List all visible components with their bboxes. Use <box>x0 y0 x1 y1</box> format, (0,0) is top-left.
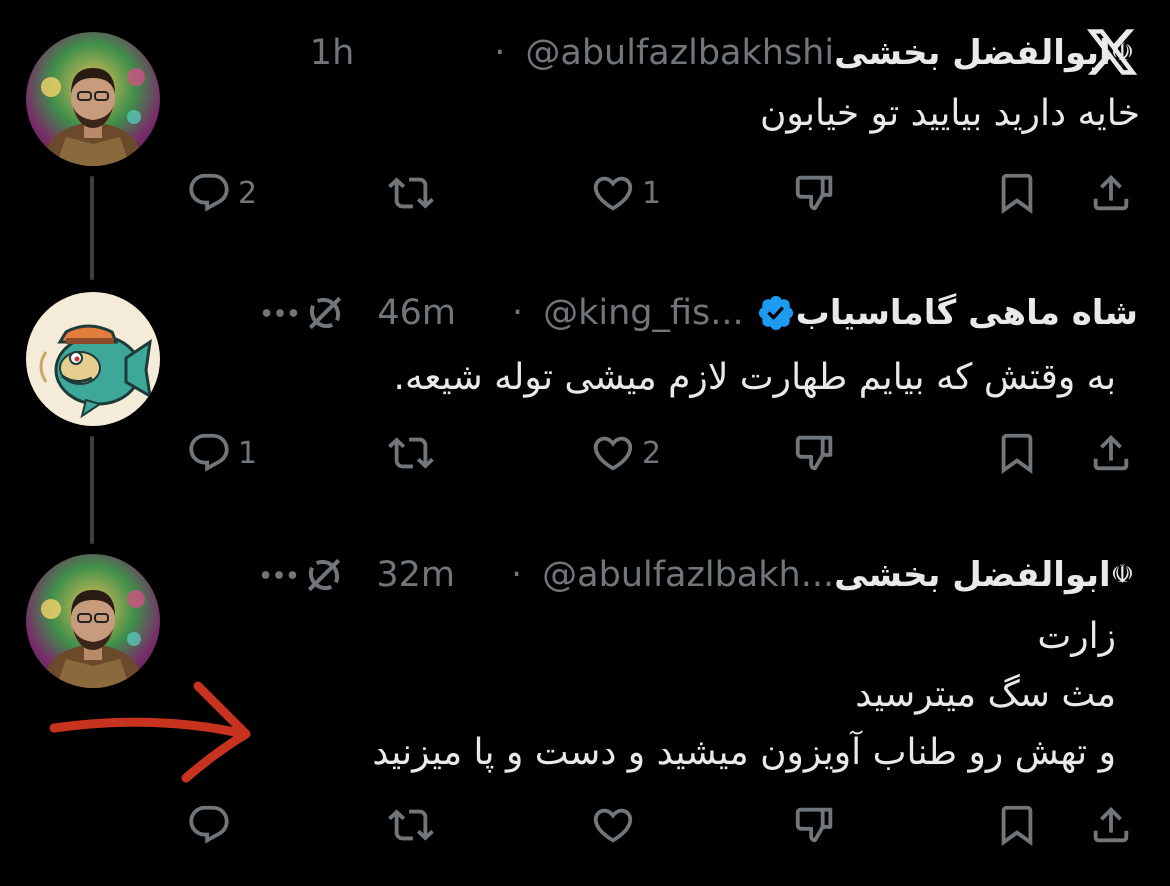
emblem-icon: ☫ <box>1110 38 1134 68</box>
timestamp[interactable]: 1h <box>310 33 354 73</box>
like-button[interactable] <box>590 800 642 850</box>
bookmark-button[interactable] <box>994 428 1040 478</box>
retweet-button[interactable] <box>388 428 440 478</box>
tweet-2[interactable]: شاه ماهی گاماسیاب @king_fis... · 46m به … <box>0 280 1170 520</box>
action-bar: 2 1 <box>186 168 1138 218</box>
retweet-button[interactable] <box>388 800 440 850</box>
tweet-text-line: و تهش رو طناب آویزون میشید و دست و پا می… <box>372 732 1116 773</box>
tweet-text: خایه دارید بیایید تو خیابون <box>760 86 1140 142</box>
reply-button[interactable]: 1 <box>186 428 257 478</box>
verified-badge-icon <box>758 295 793 331</box>
thumbs-down-icon <box>795 435 833 471</box>
bookmark-button[interactable] <box>994 168 1040 218</box>
bookmark-icon <box>1001 805 1033 846</box>
tweet-text: زارت مث سگ میترسید و تهش رو طناب آویزون … <box>372 608 1116 782</box>
tweet-text-line: خایه دارید بیایید تو خیابون <box>759 93 1140 134</box>
reply-icon <box>189 805 229 844</box>
more-options-icon[interactable] <box>256 552 302 598</box>
tweet-1[interactable]: ☫ ابوالفضل بخشی @abulfazlbakhshi · 1h خا… <box>0 0 1170 240</box>
downvote-button[interactable] <box>792 168 838 218</box>
emblem-icon: ☫ <box>1110 560 1134 590</box>
separator-dot: · <box>511 293 524 333</box>
retweet-icon <box>388 809 434 841</box>
tweet-header: ☫ ابوالفضل بخشی @abulfazlbakhshi · 1h <box>310 28 1138 78</box>
tweet-text-line: زارت <box>1037 616 1116 657</box>
display-name[interactable]: ابوالفضل بخشی <box>834 33 1111 73</box>
tweet-header: شاه ماهی گاماسیاب @king_fis... · 46m <box>237 288 1138 338</box>
display-name[interactable]: ابوالفضل بخشی <box>834 555 1111 595</box>
user-handle[interactable]: @king_fis... <box>543 293 744 333</box>
grok-icon[interactable] <box>303 291 347 335</box>
heart-icon <box>593 808 633 843</box>
reply-icon <box>189 433 229 472</box>
reply-count: 1 <box>238 435 258 471</box>
avatar[interactable] <box>26 554 160 688</box>
action-bar: 1 2 <box>186 428 1138 478</box>
thumbs-down-icon <box>795 807 833 843</box>
share-button[interactable] <box>1088 168 1134 218</box>
share-icon <box>1093 434 1129 471</box>
action-bar <box>186 800 1138 850</box>
share-icon <box>1093 806 1129 843</box>
reply-icon <box>189 173 229 212</box>
timestamp[interactable]: 32m <box>376 555 455 595</box>
bookmark-icon <box>1001 433 1033 474</box>
user-handle[interactable]: @abulfazlbakh... <box>542 555 834 595</box>
timestamp[interactable]: 46m <box>377 293 456 333</box>
downvote-button[interactable] <box>792 428 838 478</box>
reply-button[interactable] <box>186 800 238 850</box>
tweet-text: به وقتش که بیایم طهارت لازم میشی توله شی… <box>394 350 1116 406</box>
reply-count: 2 <box>238 175 258 211</box>
more-options-icon[interactable] <box>257 290 303 336</box>
reply-button[interactable]: 2 <box>186 168 257 218</box>
share-button[interactable] <box>1088 800 1134 850</box>
retweet-button[interactable] <box>388 168 440 218</box>
heart-icon <box>593 176 633 211</box>
thumbs-down-icon <box>795 175 833 211</box>
like-count: 1 <box>642 175 662 211</box>
tweet-text-line: به وقتش که بیایم طهارت لازم میشی توله شی… <box>393 357 1116 398</box>
display-name[interactable]: شاه ماهی گاماسیاب <box>796 293 1138 333</box>
retweet-icon <box>388 437 434 469</box>
avatar[interactable] <box>26 32 160 166</box>
downvote-button[interactable] <box>792 800 838 850</box>
like-count: 2 <box>642 435 662 471</box>
heart-icon <box>593 436 633 471</box>
like-button[interactable]: 1 <box>590 168 661 218</box>
grok-icon[interactable] <box>302 553 346 597</box>
share-button[interactable] <box>1088 428 1134 478</box>
avatar[interactable] <box>26 292 160 426</box>
retweet-icon <box>388 177 434 209</box>
bookmark-button[interactable] <box>994 800 1040 850</box>
annotation-arrow-icon <box>49 681 251 783</box>
bookmark-icon <box>1001 173 1033 214</box>
tweet-text-line: مث سگ میترسید <box>855 674 1116 715</box>
separator-dot: · <box>494 33 506 73</box>
tweet-header: ☫ ابوالفضل بخشی @abulfazlbakh... · 32m <box>236 550 1138 600</box>
separator-dot: · <box>511 555 523 595</box>
like-button[interactable]: 2 <box>590 428 661 478</box>
share-icon <box>1093 174 1129 211</box>
user-handle[interactable]: @abulfazlbakhshi <box>525 33 834 73</box>
